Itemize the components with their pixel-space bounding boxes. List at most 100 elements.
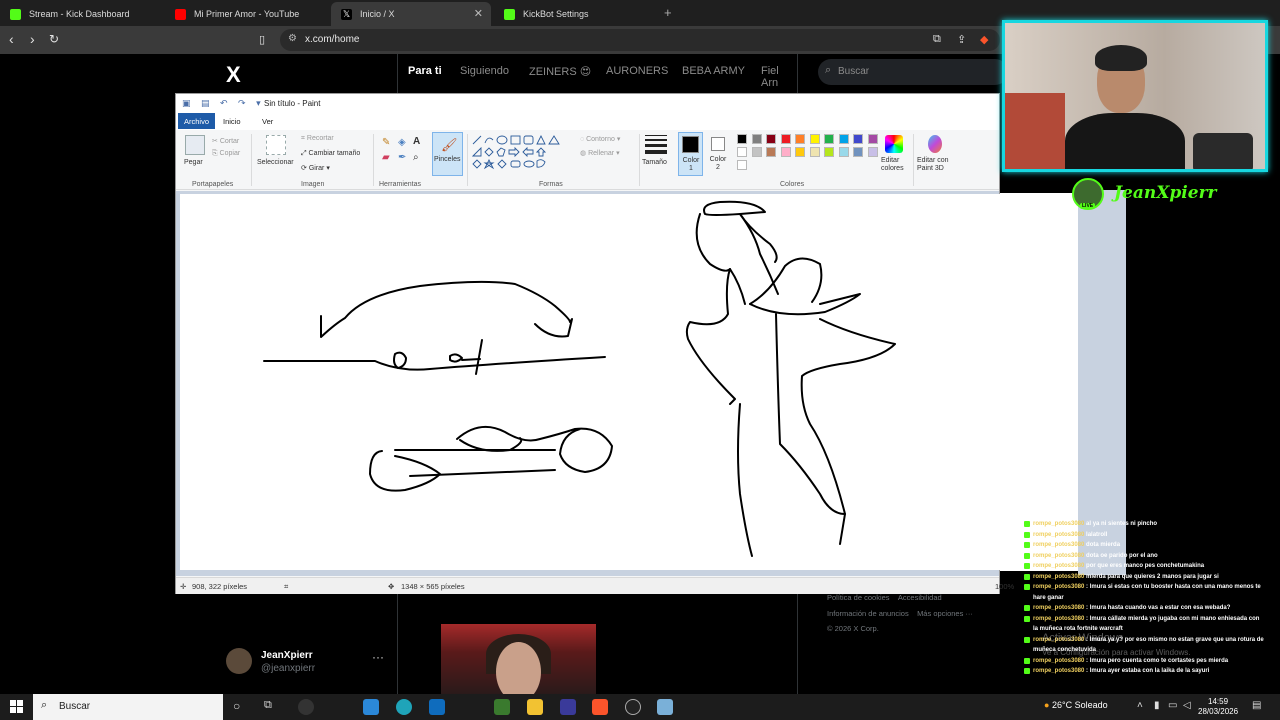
palette-swatch[interactable] [867,147,878,157]
color1-button[interactable]: Color 1 [678,132,703,176]
paint3d-icon[interactable] [928,135,942,153]
size-icon[interactable] [645,135,667,154]
palette-swatch[interactable] [780,147,791,157]
paste-icon[interactable] [185,135,205,155]
chat-username[interactable]: rompe_potos3080 [1033,574,1084,580]
x-search-input[interactable]: ⌕ Buscar [818,59,1008,85]
palette-swatch[interactable] [853,147,863,157]
chat-username[interactable]: rompe_potos3080 [1033,521,1084,527]
chat-username[interactable]: rompe_potos3080 [1033,668,1084,674]
app-icon[interactable] [560,699,576,715]
more-icon[interactable]: ··· [372,650,384,664]
bookmark-icon[interactable]: ▯ [259,33,265,46]
chat-username[interactable]: rompe_potos3080 [1033,658,1084,664]
palette-swatch[interactable] [824,134,834,144]
start-button[interactable] [10,700,23,713]
x-logo[interactable]: X [226,62,241,88]
taskbar-search[interactable]: ⌕ Buscar [33,694,223,720]
select-button[interactable]: Seleccionar [257,159,294,166]
paint-icon[interactable] [657,699,673,715]
outline-button[interactable]: ◌ Contorno ▾ [580,135,620,143]
edit-colors-icon[interactable] [885,135,903,153]
palette-swatch[interactable] [766,134,776,144]
paint3d-button[interactable]: Editar con Paint 3D [917,157,957,173]
cortana-icon[interactable]: ○ [233,699,240,713]
cut-button[interactable]: ✂ Cortar [212,137,239,145]
tab-para-ti[interactable]: Para ti [408,65,442,77]
menu-archivo[interactable]: Archivo [178,113,216,129]
quick-access-icons[interactable]: ▣ ▤ ↶ ↷ ▾ [182,98,265,109]
chat-username[interactable]: rompe_potos3080 [1033,532,1084,538]
mail-icon[interactable] [429,699,445,715]
tab-kick-dashboard[interactable]: Stream - Kick Dashboard [0,2,165,26]
fill-button[interactable]: ◍ Rellenar ▾ [580,149,620,157]
palette-swatch[interactable] [737,147,747,157]
palette-swatch[interactable] [780,134,791,144]
post-image[interactable] [441,624,596,694]
tab-fiel-arn[interactable]: Fiel Arn [761,65,797,89]
tab-auroners[interactable]: AURONERS [606,65,668,77]
palette-empty-swatch[interactable] [737,160,747,170]
tab-x-home[interactable]: 𝕏 Inicio / X ✕ [331,2,491,26]
app-icon[interactable] [494,699,510,715]
chat-username[interactable]: rompe_potos3080 [1033,563,1084,569]
palette-swatch[interactable] [809,134,820,144]
chat-username[interactable]: rompe_potos3080 [1033,616,1084,622]
palette-swatch[interactable] [838,134,849,144]
new-tab-button[interactable]: + [664,5,672,20]
palette-swatch[interactable] [751,134,762,144]
obs-icon[interactable] [625,699,641,715]
folder-icon[interactable] [527,699,543,715]
tab-zeiners[interactable]: ZEINERS 😍 [529,65,591,78]
weather-widget[interactable]: ● 26°C Soleado [1044,700,1108,710]
close-icon[interactable]: ✕ [474,7,483,20]
menu-ver[interactable]: Ver [256,113,279,129]
fill-icon[interactable]: ◈ [398,137,406,148]
eraser-icon[interactable]: ▰ [382,152,390,163]
rotate-button[interactable]: ⟳ Girar ▾ [301,164,330,172]
color-picker-icon[interactable]: ✒ [398,152,406,163]
tab-kickbot[interactable]: KickBot Settings [494,2,659,26]
chat-username[interactable]: rompe_potos3080 [1033,542,1084,548]
palette-swatch[interactable] [809,147,820,157]
magnifier-icon[interactable]: ⌕ [413,152,419,163]
size-button[interactable]: Tamaño [642,159,667,166]
app-icon[interactable] [363,699,379,715]
footer-link-cookies[interactable]: Política de cookies [827,593,890,602]
palette-swatch[interactable] [867,134,878,144]
back-icon[interactable]: ‹ [9,31,14,47]
palette-swatch[interactable] [838,147,849,157]
tab-youtube[interactable]: Mi Primer Amor - YouTube [165,2,330,26]
site-info-icon[interactable]: ⚙ [288,33,297,44]
copy-button[interactable]: ⎘ Copiar [212,150,240,158]
shapes-gallery[interactable] [471,134,567,172]
footer-link-ads-info[interactable]: Información de anuncios [827,609,909,618]
edit-colors-button[interactable]: Editar colores [881,157,911,173]
palette-swatch[interactable] [824,147,834,157]
resize-button[interactable]: ⤢ Cambiar tamaño [301,150,360,158]
brave-icon[interactable] [592,699,608,715]
footer-link-more[interactable]: Más opciones ··· [917,609,973,618]
paste-button[interactable]: Pegar [184,159,203,166]
share-icon[interactable]: ⇪ [957,33,966,46]
crop-button[interactable]: ⌗ Recortar [301,135,334,143]
menu-inicio[interactable]: Inicio [217,113,247,129]
volume-icon[interactable]: ◁ [1183,700,1191,711]
palette-swatch[interactable] [766,147,776,157]
palette-swatch[interactable] [751,147,762,157]
chat-username[interactable]: rompe_potos3080 [1033,584,1084,590]
task-view-icon[interactable]: ⧉ [264,699,272,712]
pencil-icon[interactable]: ✎ [382,137,390,148]
forward-icon[interactable]: › [30,31,35,47]
network-icon[interactable]: ▭ [1168,700,1177,711]
palette-swatch[interactable] [853,134,863,144]
color2-button[interactable]: Color 2 [706,132,731,176]
palette-swatch[interactable] [795,134,805,144]
footer-link-accessibility[interactable]: Accesibilidad [898,593,942,602]
palette-swatch[interactable] [737,134,747,144]
open-external-icon[interactable]: ⧉ [933,33,941,46]
app-icon[interactable] [298,699,314,715]
palette-swatch[interactable] [795,147,805,157]
chat-username[interactable]: rompe_potos3080 [1033,553,1084,559]
notifications-icon[interactable]: ▤ [1252,700,1261,711]
